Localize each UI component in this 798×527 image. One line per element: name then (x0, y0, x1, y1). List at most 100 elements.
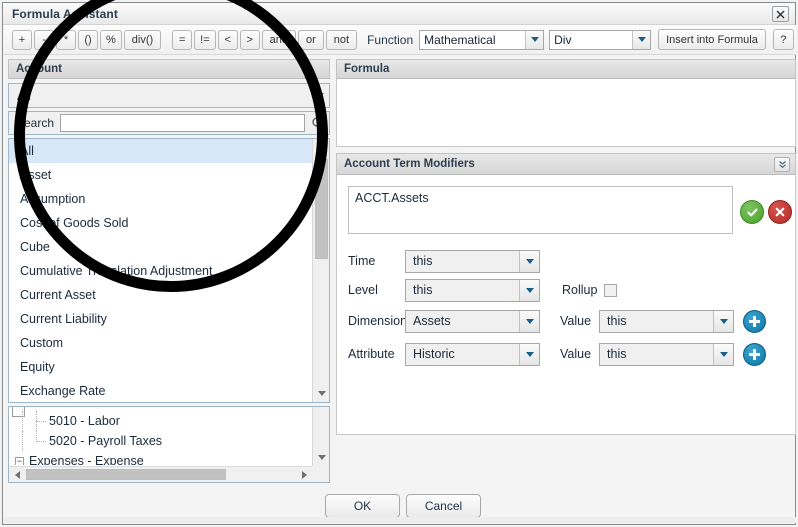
tree-row-label: 5010 - Labor (49, 414, 120, 428)
dimension-label: Dimension (348, 314, 408, 328)
list-vertical-scrollbar[interactable] (312, 139, 329, 402)
attribute-value-selected: this (607, 347, 627, 361)
window-frame: Formula Assistant + - * () % div() = != … (2, 2, 796, 525)
scrollbar-thumb[interactable] (26, 469, 226, 480)
attribute-value-label: Value (560, 347, 592, 361)
level-value: this (413, 283, 433, 297)
function-name-value: Div (554, 32, 572, 47)
tree-row-label: 5020 - Payroll Taxes (49, 434, 163, 448)
list-item[interactable]: Current Liability (9, 307, 312, 331)
tree-vertical-scrollbar[interactable] (312, 407, 329, 466)
tree-horizontal-scrollbar[interactable] (9, 466, 312, 482)
account-type-listbox[interactable]: All Asset Assumption Cost of Goods Sold Cube… (8, 138, 330, 403)
tree-row[interactable]: 5020 - Payroll Taxes (9, 431, 312, 451)
dimension-select[interactable]: Assets (405, 309, 540, 333)
cmp-button-less-than[interactable]: < (217, 29, 238, 50)
op-button-multiply[interactable]: * (56, 29, 76, 50)
account-tree[interactable]: 5010 - Labor 5020 - Payroll Taxes − Expense… (8, 406, 330, 483)
tree-row[interactable]: − Expenses - Expense (9, 451, 312, 465)
cmp-button-not-equals[interactable]: != (194, 29, 216, 50)
scroll-right-arrow-icon[interactable] (296, 467, 312, 482)
attribute-label: Attribute (348, 347, 395, 361)
list-item[interactable]: Cube (9, 235, 312, 259)
magnifier-icon[interactable] (307, 112, 329, 134)
op-button-minus[interactable]: - (34, 29, 54, 50)
search-label: Search (16, 116, 55, 130)
attribute-value: Historic (413, 347, 455, 361)
list-item[interactable]: Assumption (9, 187, 312, 211)
attribute-row: Attribute Historic Value this (337, 341, 797, 367)
function-name-select[interactable]: Div (549, 29, 652, 50)
chevron-down-icon (519, 279, 539, 301)
chevron-down-icon (309, 84, 329, 107)
account-search-row: Search (8, 111, 330, 135)
list-item[interactable]: Equity (9, 355, 312, 379)
account-filter-select[interactable]: All (8, 83, 330, 108)
scroll-down-arrow-icon[interactable] (313, 449, 329, 466)
tree-guide-line (36, 411, 37, 431)
scroll-down-arrow-icon[interactable] (313, 385, 329, 402)
time-label: Time (348, 254, 376, 268)
tree-row[interactable]: 5010 - Labor (9, 411, 312, 431)
close-icon[interactable] (772, 6, 789, 22)
formula-assistant-dialog: Formula Assistant + - * () % div() = != … (0, 0, 798, 527)
time-value: this (413, 254, 433, 268)
op-button-percent[interactable]: % (100, 29, 122, 50)
x-circle-icon[interactable] (768, 200, 792, 224)
list-item[interactable]: All (9, 139, 312, 163)
op-button-div[interactable]: div() (123, 29, 162, 50)
insert-into-formula-button[interactable]: Insert into Formula (658, 29, 766, 50)
tree-guide-line (36, 441, 46, 442)
scroll-up-arrow-icon[interactable] (313, 139, 329, 156)
chevron-double-down-icon[interactable] (774, 157, 790, 172)
time-select[interactable]: this (405, 249, 540, 273)
account-panel: Account All Search All Asset Assumption Cos… (8, 59, 330, 483)
formula-textarea[interactable] (336, 79, 796, 147)
tree-collapse-icon[interactable]: − (15, 456, 24, 465)
chevron-down-icon (519, 310, 539, 332)
scroll-left-arrow-icon[interactable] (9, 467, 25, 482)
account-term-input[interactable]: ACCT.Assets (348, 186, 733, 234)
attribute-select[interactable]: Historic (405, 342, 540, 366)
modifiers-panel-header: Account Term Modifiers (336, 153, 796, 175)
cancel-button[interactable]: Cancel (406, 494, 481, 518)
list-item[interactable]: Cumulative Translation Adjustment (9, 259, 312, 283)
function-category-select[interactable]: Mathematical (419, 29, 545, 50)
add-dimension-button[interactable] (743, 309, 767, 333)
formula-area: Formula Account Term Modifiers ACCT.Asse… (336, 59, 796, 483)
check-circle-icon[interactable] (740, 200, 764, 224)
chevron-down-icon (519, 250, 539, 272)
formula-toolbar: + - * () % div() = != < > and or not Fun… (4, 25, 796, 55)
add-attribute-button[interactable] (743, 342, 767, 366)
search-input[interactable] (60, 114, 305, 132)
dimension-value-select[interactable]: this (599, 309, 735, 333)
tree-row-label: Expenses - Expense (29, 454, 144, 465)
attribute-value-select[interactable]: this (599, 342, 735, 366)
tree-guide-line (36, 421, 46, 422)
list-item[interactable]: Exchange Rate (9, 379, 312, 402)
cmp-button-greater-than[interactable]: > (239, 29, 260, 50)
account-panel-header: Account (8, 59, 330, 79)
cmp-button-equals[interactable]: = (172, 29, 193, 50)
formula-panel-header: Formula (336, 59, 796, 79)
scrollbar-thumb[interactable] (315, 159, 328, 259)
cmp-button-or[interactable]: or (298, 29, 324, 50)
rollup-checkbox[interactable] (604, 283, 618, 297)
list-item[interactable]: Custom (9, 331, 312, 355)
op-button-plus[interactable]: + (12, 29, 32, 50)
help-button[interactable]: ? (772, 29, 794, 50)
account-type-list: All Asset Assumption Cost of Goods Sold Cube… (9, 139, 312, 402)
list-item[interactable]: Asset (9, 163, 312, 187)
list-item[interactable]: Current Asset (9, 283, 312, 307)
op-button-parens[interactable]: () (78, 29, 98, 50)
dimension-value: Assets (413, 314, 451, 328)
ok-button[interactable]: OK (325, 494, 400, 518)
level-select[interactable]: this (405, 278, 540, 302)
cmp-button-not[interactable]: not (325, 29, 358, 50)
dimension-value-label: Value (560, 314, 592, 328)
function-label: Function (367, 32, 414, 47)
modifiers-header-label: Account Term Modifiers (344, 158, 475, 170)
list-item[interactable]: Cost of Goods Sold (9, 211, 312, 235)
tree-guide-line (36, 431, 37, 442)
cmp-button-and[interactable]: and (261, 29, 297, 50)
